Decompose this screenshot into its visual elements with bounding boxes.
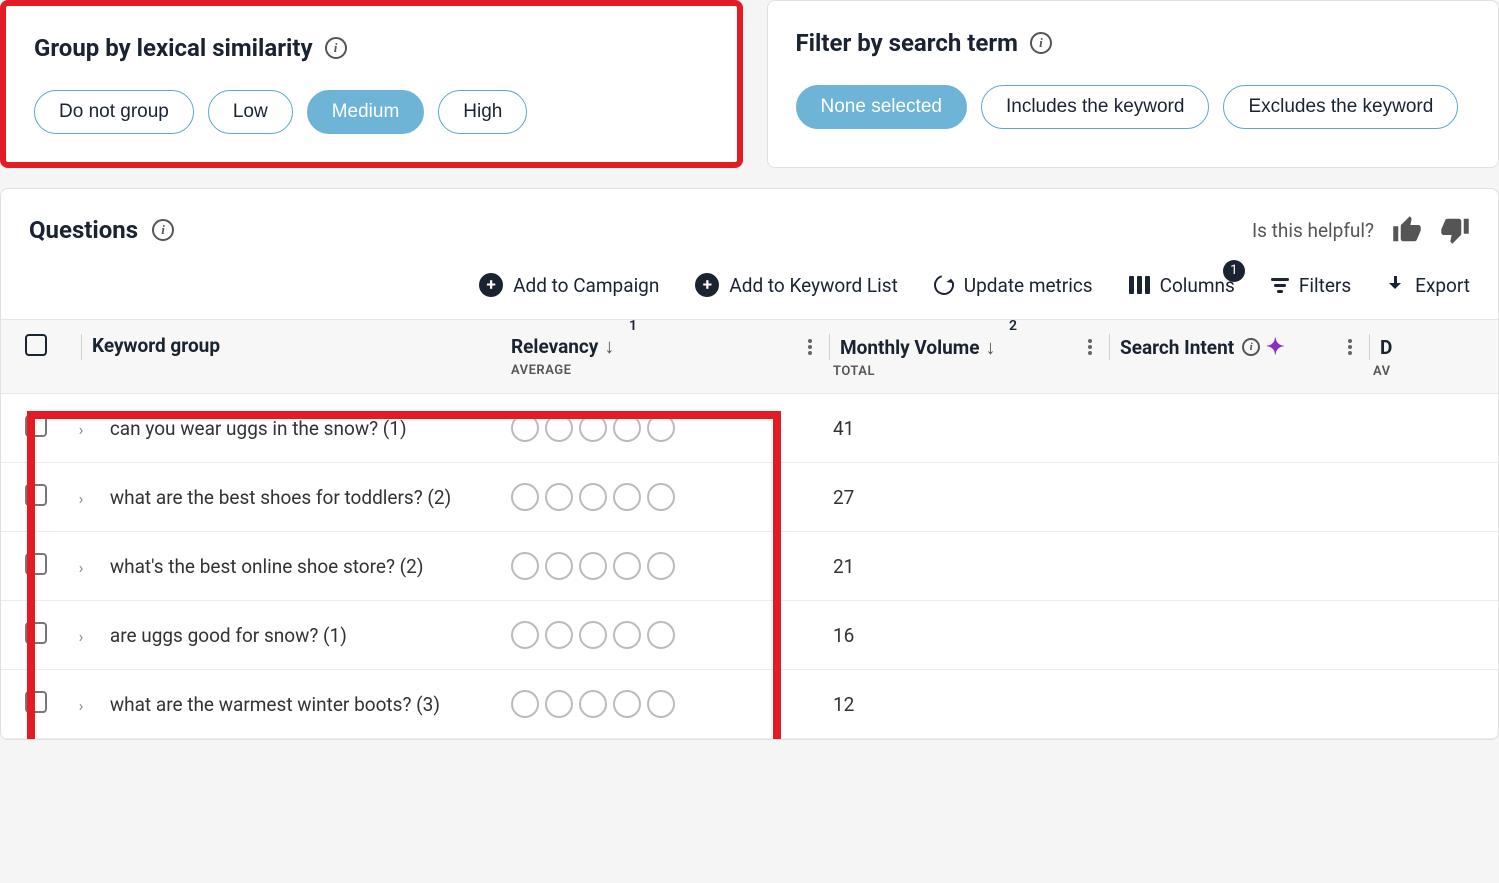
filter-options: None selected Includes the keyword Exclu… [796,85,1471,129]
thumbs-down-icon[interactable] [1440,215,1470,245]
group-by-title: Group by lexical similarity i [34,34,709,62]
info-icon[interactable]: i [325,37,347,59]
expand-icon[interactable]: › [71,695,91,715]
refresh-icon [930,271,957,298]
volume-value: 12 [833,693,854,716]
questions-toolbar: + Add to Campaign + Add to Keyword List … [1,265,1498,319]
questions-card: Questions i Is this helpful? + Add to Ca… [0,188,1499,740]
add-to-keyword-list-button[interactable]: + Add to Keyword List [695,273,897,297]
export-label: Export [1415,274,1470,297]
sort-order-2: 2 [1009,318,1017,334]
row-checkbox[interactable] [25,691,47,713]
table-row: › what are the best shoes for toddlers? … [1,463,1498,532]
questions-title: Questions i [29,216,174,244]
table-row: › what's the best online shoe store? (2)… [1,532,1498,601]
group-by-options: Do not group Low Medium High [34,90,709,134]
helpful-prompt: Is this helpful? [1252,215,1470,245]
group-by-card: Group by lexical similarity i Do not gro… [0,0,743,168]
filter-title: Filter by search term i [796,29,1471,57]
expand-icon[interactable]: › [71,557,91,577]
col-relevancy-sub: AVERAGE [511,363,767,378]
column-menu-icon[interactable] [1081,338,1099,356]
filter-card: Filter by search term i None selected In… [767,0,1499,168]
export-button[interactable]: Export [1387,274,1470,297]
pill-do-not-group[interactable]: Do not group [34,90,194,134]
relevancy-rating[interactable] [511,414,767,442]
column-menu-icon[interactable] [1341,338,1359,356]
columns-label: Columns [1160,274,1235,297]
table-row: › are uggs good for snow? (1) 16 [1,601,1498,670]
pill-none-selected[interactable]: None selected [796,85,967,129]
filters-label: Filters [1299,274,1351,297]
volume-value: 41 [833,417,854,440]
keyword-text: what are the warmest winter boots? (3) [110,693,440,716]
volume-value: 16 [833,624,854,647]
volume-value: 27 [833,486,854,509]
sort-arrow-down-icon[interactable]: ↓ [604,334,614,359]
sort-order-1: 1 [629,318,637,334]
pill-excludes-keyword[interactable]: Excludes the keyword [1223,85,1458,129]
update-metrics-label: Update metrics [964,274,1093,297]
col-search-intent[interactable]: Search Intent [1120,336,1234,359]
keyword-text: what are the best shoes for toddlers? (2… [110,486,451,509]
relevancy-rating[interactable] [511,621,767,649]
plus-icon: + [479,273,503,297]
info-icon[interactable]: i [152,219,174,241]
download-icon [1387,276,1405,294]
col-last[interactable]: D [1380,336,1392,359]
select-all-checkbox[interactable] [25,334,47,356]
filters-button[interactable]: Filters [1271,274,1351,297]
add-to-campaign-button[interactable]: + Add to Campaign [479,273,659,297]
group-by-title-text: Group by lexical similarity [34,34,313,62]
col-relevancy[interactable]: Relevancy [511,335,598,358]
row-checkbox[interactable] [25,553,47,575]
expand-icon[interactable]: › [71,419,91,439]
row-checkbox[interactable] [25,622,47,644]
thumbs-up-icon[interactable] [1392,215,1422,245]
relevancy-rating[interactable] [511,552,767,580]
table-row: › can you wear uggs in the snow? (1) 41 [1,394,1498,463]
info-icon[interactable]: i [1242,338,1260,356]
sparkle-icon: ✦ [1266,335,1284,360]
keyword-text: are uggs good for snow? (1) [110,624,347,647]
questions-table: Keyword group Relevancy ↓ 1 AVERAGE Mont… [1,319,1498,739]
columns-badge: 1 [1223,260,1245,282]
col-last-sub: AV [1373,364,1486,379]
expand-icon[interactable]: › [71,488,91,508]
volume-value: 21 [833,555,854,578]
info-icon[interactable]: i [1030,32,1052,54]
relevancy-rating[interactable] [511,690,767,718]
keyword-text: can you wear uggs in the snow? (1) [110,417,407,440]
sort-arrow-down-icon[interactable]: ↓ [986,335,996,360]
column-menu-icon[interactable] [801,338,819,356]
pill-low[interactable]: Low [208,90,293,134]
keyword-text: what's the best online shoe store? (2) [110,555,424,578]
row-checkbox[interactable] [25,484,47,506]
questions-title-text: Questions [29,216,138,244]
col-monthly-volume[interactable]: Monthly Volume [840,336,980,359]
helpful-text: Is this helpful? [1252,219,1374,242]
pill-high[interactable]: High [438,90,527,134]
plus-icon: + [695,273,719,297]
filter-title-text: Filter by search term [796,29,1018,57]
col-monthly-volume-sub: TOTAL [833,364,1047,379]
expand-icon[interactable]: › [71,626,91,646]
add-keyword-list-label: Add to Keyword List [729,274,897,297]
filter-icon [1271,278,1289,293]
columns-button[interactable]: Columns 1 [1129,274,1235,297]
pill-includes-keyword[interactable]: Includes the keyword [981,85,1210,129]
columns-icon [1129,276,1150,294]
relevancy-rating[interactable] [511,483,767,511]
pill-medium[interactable]: Medium [307,90,425,134]
table-row: › what are the warmest winter boots? (3)… [1,670,1498,739]
col-keyword-group[interactable]: Keyword group [92,334,220,357]
add-campaign-label: Add to Campaign [513,274,659,297]
update-metrics-button[interactable]: Update metrics [934,274,1093,297]
row-checkbox[interactable] [25,415,47,437]
